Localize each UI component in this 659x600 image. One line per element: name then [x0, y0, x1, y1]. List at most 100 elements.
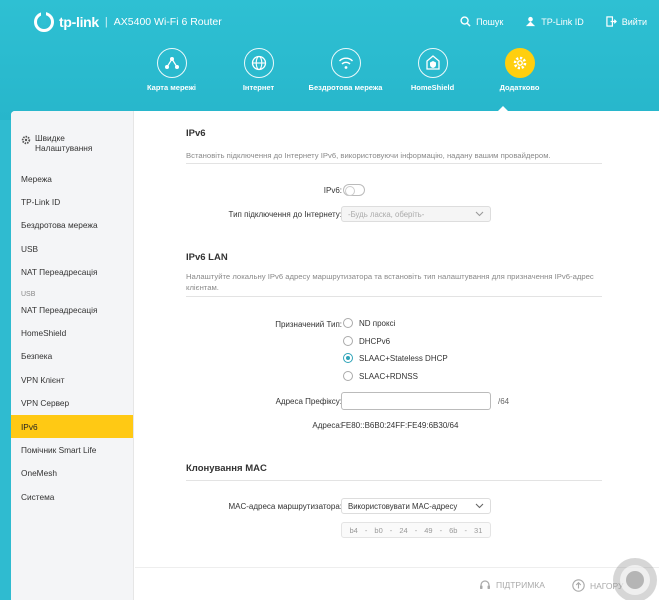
- watermark-logo: [613, 558, 657, 600]
- radio-slaac-rdnss[interactable]: SLAAC+RDNSS: [343, 371, 418, 381]
- ipv6-toggle[interactable]: [343, 184, 365, 196]
- advanced-gear-icon: [504, 48, 535, 78]
- tplink-logo[interactable]: tp-link | AX5400 Wi-Fi 6 Router: [34, 11, 222, 32]
- mac-octet: 49: [424, 525, 433, 535]
- sidebar-item-smart-life[interactable]: Помічник Smart Life: [11, 438, 133, 461]
- nav-advanced[interactable]: Додатково: [476, 44, 563, 93]
- nav-homeshield[interactable]: HomeShield: [389, 44, 476, 93]
- nav-internet[interactable]: Інтернет: [215, 44, 302, 93]
- mac-clone-value: Використовувати MAC-адресу: [348, 501, 458, 511]
- sidebar-item-usb[interactable]: USB: [11, 237, 133, 260]
- sidebar-item-tplink-id[interactable]: TP-Link ID: [11, 190, 133, 213]
- ipv6-lan-title: IPv6 LAN: [186, 252, 228, 263]
- sidebar-item-network[interactable]: Мережа: [11, 167, 133, 190]
- support-link[interactable]: ПІДТРИМКА: [479, 579, 545, 591]
- mac-octet: b4: [349, 525, 358, 535]
- radio-nd-proxy[interactable]: ND проксі: [343, 318, 395, 328]
- sidebar-item-quick-setup[interactable]: Швидке Налаштування: [11, 133, 133, 167]
- sidebar-item-homeshield[interactable]: HomeShield: [11, 321, 133, 344]
- nav-wireless[interactable]: Бездротова мережа: [302, 44, 389, 93]
- mac-octet: b0: [374, 525, 383, 535]
- ipv6-toggle-label: IPv6:: [323, 186, 342, 195]
- sidebar-item-wireless[interactable]: Бездротова мережа: [11, 214, 133, 237]
- nav-internet-label: Інтернет: [242, 83, 275, 92]
- router-mac-label: MAC-адреса маршрутизатора:: [228, 502, 342, 511]
- connection-type-select[interactable]: -Будь ласка, оберіть-: [341, 206, 491, 222]
- divider: [186, 296, 602, 297]
- divider: [186, 163, 602, 164]
- support-label: ПІДТРИМКА: [496, 580, 545, 590]
- main-nav: Карта мережі Інтернет Бездротова мережа …: [128, 44, 563, 93]
- radio-label: DHCPv6: [359, 336, 391, 346]
- sidebar-item-label: NAT Переадресація: [21, 304, 98, 315]
- divider: [186, 480, 602, 481]
- header-bar: tp-link | AX5400 Wi-Fi 6 Router Пошук TP…: [0, 0, 659, 120]
- mac-octet: 31: [474, 525, 483, 535]
- sidebar-item-label: VPN Сервер: [21, 398, 70, 409]
- brand-name: tp-link: [59, 14, 99, 30]
- sidebar-item-usb-duplicate[interactable]: USB: [11, 284, 133, 298]
- mac-octet: 6b: [449, 525, 458, 535]
- search-icon: [460, 16, 471, 27]
- tplink-logo-icon: [34, 11, 54, 32]
- chevron-down-icon: [475, 210, 484, 220]
- logout-icon: [606, 16, 617, 27]
- sidebar-item-label: Система: [21, 491, 55, 502]
- radio-dot: [343, 318, 353, 328]
- sidebar-item-label: USB: [21, 290, 36, 298]
- sidebar-item-vpn-server[interactable]: VPN Сервер: [11, 392, 133, 415]
- sidebar-item-onemesh[interactable]: OneMesh: [11, 462, 133, 485]
- sidebar-item-label: NAT Переадресація: [21, 267, 98, 278]
- globe-icon: [243, 48, 274, 78]
- radio-dhcpv6[interactable]: DHCPv6: [343, 336, 390, 346]
- address-label: Адреса:: [312, 421, 342, 430]
- logout-label: Вийти: [621, 16, 647, 27]
- mac-clone-title: Клонування MAC: [186, 463, 267, 474]
- prefix-input[interactable]: [341, 392, 491, 410]
- sidebar-item-ipv6[interactable]: IPv6: [11, 414, 133, 439]
- mac-clone-select[interactable]: Використовувати MAC-адресу: [341, 498, 491, 514]
- radio-label: SLAAC+Stateless DHCP: [359, 353, 448, 363]
- radio-label: SLAAC+RDNSS: [359, 371, 418, 381]
- mac-octet: 24: [399, 525, 408, 535]
- sidebar-item-label: Швидке Налаштування: [35, 133, 93, 153]
- connection-type-value: -Будь ласка, оберіть-: [348, 209, 425, 219]
- sidebar: Швидке Налаштування Мережа TP-Link ID Бе…: [11, 111, 134, 600]
- sidebar-item-label: VPN Клієнт: [21, 374, 65, 385]
- radio-label: ND проксі: [359, 318, 396, 328]
- assign-type-label: Призначений Тип:: [275, 320, 342, 329]
- header-actions: Пошук TP-Link ID Вийти: [460, 16, 647, 27]
- search-button[interactable]: Пошук: [460, 16, 503, 27]
- sidebar-item-system[interactable]: Система: [11, 485, 133, 508]
- main-panel: Швидке Налаштування Мережа TP-Link ID Бе…: [11, 111, 659, 600]
- quick-setup-gear-icon: [21, 135, 31, 147]
- tplink-id-label: TP-Link ID: [541, 16, 584, 27]
- sidebar-item-security[interactable]: Безпека: [11, 345, 133, 368]
- nav-advanced-label: Додатково: [499, 83, 540, 92]
- sidebar-item-vpn-client[interactable]: VPN Клієнт: [11, 368, 133, 391]
- logout-button[interactable]: Вийти: [606, 16, 647, 27]
- network-map-icon: [156, 48, 187, 78]
- prefix-label: Адреса Префіксу:: [275, 397, 342, 406]
- ipv6-section-title: IPv6: [186, 128, 206, 139]
- nav-network-map[interactable]: Карта мережі: [128, 44, 215, 93]
- radio-dot: [343, 353, 353, 363]
- tplink-id-button[interactable]: TP-Link ID: [525, 16, 584, 27]
- connection-type-label: Тип підключення до Інтернету:: [228, 210, 342, 219]
- radio-dot: [343, 371, 353, 381]
- chevron-down-icon: [475, 502, 484, 512]
- address-value: FE80::B6B0:24FF:FE49:6B30/64: [341, 421, 459, 430]
- nav-homeshield-label: HomeShield: [410, 83, 455, 92]
- sidebar-item-label: Безпека: [21, 351, 53, 362]
- sidebar-item-label: TP-Link ID: [21, 197, 61, 208]
- user-id-icon: [526, 16, 536, 27]
- footer-bar: ПІДТРИМКА НАГОРУ: [135, 567, 659, 600]
- sidebar-item-label: Бездротова мережа: [21, 220, 98, 231]
- sidebar-item-nat-duplicate[interactable]: NAT Переадресація: [11, 298, 133, 321]
- radio-dot: [343, 336, 353, 346]
- sidebar-item-nat[interactable]: NAT Переадресація: [11, 261, 133, 284]
- search-label: Пошук: [476, 16, 504, 27]
- radio-slaac-stateless-dhcp[interactable]: SLAAC+Stateless DHCP: [343, 353, 448, 363]
- prefix-suffix: /64: [498, 397, 510, 406]
- nav-wireless-label: Бездротова мережа: [308, 83, 383, 92]
